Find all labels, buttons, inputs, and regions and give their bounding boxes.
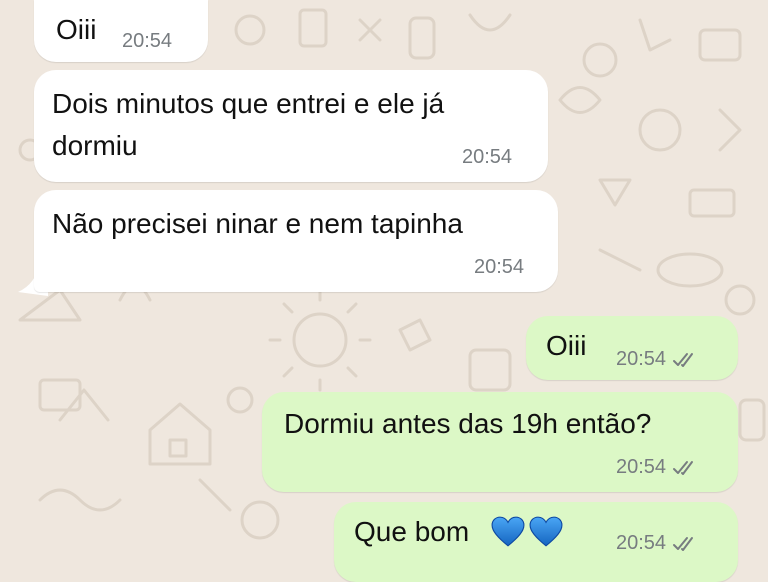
message-timestamp: 20:54 <box>474 256 525 278</box>
double-check-icon <box>673 460 694 475</box>
message-text: Oiii <box>546 330 587 361</box>
message-timestamp: 20:54 <box>122 30 173 52</box>
message-meta: 20:54 <box>616 456 698 479</box>
message-timestamp: 20:54 <box>616 456 667 478</box>
double-check-icon <box>673 352 694 367</box>
message-text: Dormiu antes das 19h então? <box>284 408 652 439</box>
outgoing-message-bubble[interactable]: Que bom 20:54 <box>334 502 738 582</box>
message-meta: 20:54 <box>616 348 698 371</box>
incoming-message-bubble[interactable]: Oiii 20:54 <box>34 0 208 62</box>
incoming-message-bubble[interactable]: Dois minutos que entrei e ele já dormiu … <box>34 70 548 182</box>
outgoing-message-bubble[interactable]: Dormiu antes das 19h então? 20:54 <box>262 392 738 492</box>
message-meta: 20:54 <box>616 532 698 555</box>
message-timestamp: 20:54 <box>616 532 667 554</box>
message-text: Não precisei ninar e nem tapinha <box>52 208 463 239</box>
blue-heart-icon <box>491 516 525 547</box>
blue-heart-icon <box>529 516 563 547</box>
double-check-icon <box>673 536 694 551</box>
message-text-content: Que bom <box>354 516 470 547</box>
message-timestamp: 20:54 <box>462 146 513 168</box>
message-timestamp: 20:54 <box>616 348 667 370</box>
message-text: Que bom <box>354 512 563 552</box>
message-text-line: Dois minutos que entrei e ele já <box>52 88 445 119</box>
message-text: Oiii <box>56 14 97 45</box>
message-text-line: dormiu <box>52 130 138 161</box>
outgoing-message-bubble[interactable]: Oiii 20:54 <box>526 316 738 380</box>
incoming-message-bubble[interactable]: Não precisei ninar e nem tapinha 20:54 <box>34 190 558 292</box>
